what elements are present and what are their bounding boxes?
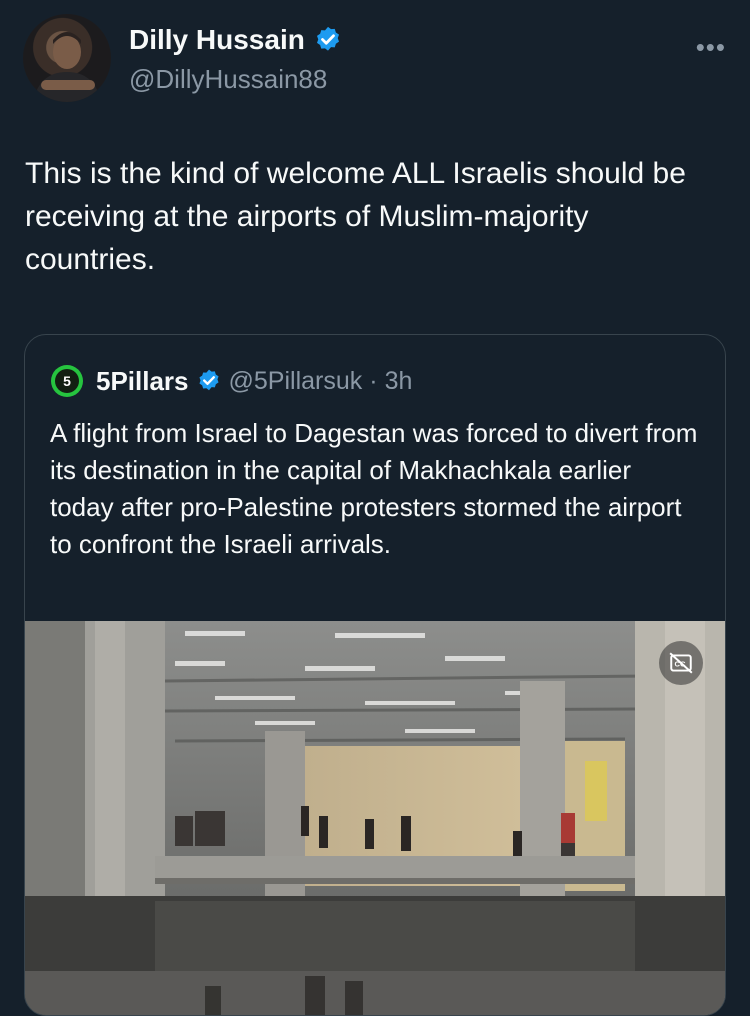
avatar-portrait bbox=[33, 32, 101, 102]
quoted-tweet-text: A flight from Israel to Dagestan was for… bbox=[50, 418, 705, 559]
airport-video-frame bbox=[25, 621, 725, 1015]
quoted-handle[interactable]: @5Pillarsuk bbox=[229, 367, 363, 396]
verified-badge-icon bbox=[313, 25, 343, 55]
quoted-video-media[interactable]: CC bbox=[25, 621, 725, 1015]
quoted-avatar-logo: 5 bbox=[55, 369, 79, 393]
quoted-timestamp[interactable]: 3h bbox=[385, 367, 413, 396]
quoted-tweet-header: 5 5Pillars @5Pillarsuk · 3h bbox=[51, 365, 412, 397]
author-handle[interactable]: @DillyHussain88 bbox=[129, 64, 327, 95]
more-options-icon[interactable]: ••• bbox=[696, 32, 726, 63]
tweet-header: Dilly Hussain @DillyHussain88 ••• bbox=[23, 14, 728, 104]
quoted-separator: · bbox=[369, 366, 378, 395]
closed-captions-off-icon[interactable]: CC bbox=[659, 641, 703, 685]
author-avatar[interactable] bbox=[23, 14, 111, 102]
tweet-text: This is the kind of welcome ALL Israelis… bbox=[25, 157, 695, 276]
quoted-tweet-card[interactable]: 5 5Pillars @5Pillarsuk · 3h A flight fro… bbox=[24, 334, 726, 1016]
quoted-author-avatar[interactable]: 5 bbox=[51, 365, 83, 397]
quoted-verified-badge-icon bbox=[196, 368, 222, 394]
author-display-name[interactable]: Dilly Hussain bbox=[129, 24, 305, 56]
quoted-display-name[interactable]: 5Pillars bbox=[96, 366, 189, 397]
